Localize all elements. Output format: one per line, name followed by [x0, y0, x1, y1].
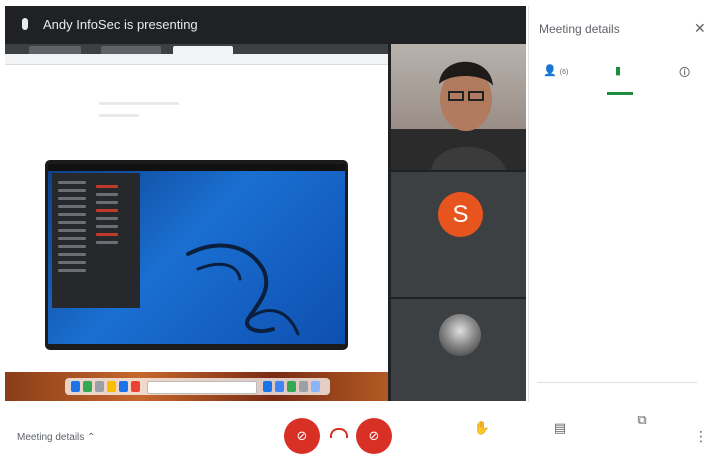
menu-row — [96, 225, 118, 228]
participant-tile-s[interactable]: S — [391, 172, 526, 297]
menu-row — [96, 209, 118, 212]
menu-row — [58, 213, 86, 216]
avatar: S — [438, 192, 483, 237]
menu-row — [58, 189, 86, 192]
participant-tile-z[interactable] — [391, 299, 526, 401]
menu-row — [58, 261, 86, 264]
panel-title: Meeting details — [539, 22, 620, 36]
kali-dragon-logo — [186, 243, 300, 336]
chevron-up-icon: ⌃ — [87, 432, 96, 443]
meeting-details-label: Meeting details — [17, 432, 85, 443]
present-icon: ⧉ — [637, 412, 647, 427]
shared-address-bar — [5, 54, 388, 65]
menu-row — [96, 241, 118, 244]
bottom-control-bar: Meeting details ⌃ ⊘ ⊘ ✋ ▤ ⧉ ⋮ — [0, 402, 708, 472]
menu-row — [58, 221, 86, 224]
finder-icon — [71, 381, 80, 392]
app-icon — [83, 381, 92, 392]
participant-tile-camera[interactable] — [391, 44, 526, 170]
menu-row — [58, 197, 86, 200]
camera-off-button[interactable]: ⊘ — [356, 418, 392, 454]
menu-row — [96, 201, 118, 204]
active-tab-indicator — [607, 92, 633, 95]
app-icon — [131, 381, 140, 392]
app-icon — [299, 381, 308, 392]
more-options-icon[interactable]: ⋮ — [694, 428, 708, 445]
kali-top-panel — [48, 164, 345, 171]
menu-row — [58, 205, 86, 208]
menu-row — [58, 269, 86, 272]
menu-row — [58, 245, 86, 248]
shared-text-line — [99, 102, 179, 105]
menu-row — [58, 229, 86, 232]
participant-video — [391, 61, 526, 170]
people-count: (6) — [559, 69, 569, 76]
shared-mac-taskbar — [5, 372, 388, 401]
menu-row — [58, 237, 86, 240]
tab-people[interactable]: 👤 (6) — [543, 64, 568, 77]
kali-desktop — [48, 164, 345, 344]
people-icon: 👤 — [543, 65, 557, 77]
meeting-details-panel: Meeting details ✕ 👤 (6) ▮ 🛈 — [528, 6, 708, 402]
app-icon — [119, 381, 128, 392]
raise-hand-button[interactable]: ✋ — [452, 420, 512, 439]
menu-row — [96, 233, 118, 236]
video-stage: Andy InfoSec is presenting S — [5, 6, 526, 401]
shared-dock — [65, 378, 330, 395]
present-button[interactable]: ⧉ — [612, 412, 672, 431]
app-icon — [275, 381, 284, 392]
app-icon — [311, 381, 320, 392]
app-icon — [263, 381, 272, 392]
end-call-icon[interactable] — [330, 428, 348, 438]
tab-info[interactable]: 🛈 — [679, 64, 690, 83]
shared-tab — [29, 46, 81, 54]
mic-off-icon: ⊘ — [296, 428, 308, 443]
shared-laptop-frame — [45, 160, 348, 350]
shared-text-line — [99, 114, 139, 117]
menu-row — [96, 185, 118, 188]
menu-row — [58, 181, 86, 184]
menu-row — [96, 193, 118, 196]
meeting-details-button[interactable]: Meeting details ⌃ — [17, 432, 95, 443]
captions-icon: ▤ — [553, 420, 567, 435]
chat-message-input[interactable] — [537, 364, 697, 383]
menu-row — [96, 217, 118, 220]
mic-icon — [22, 18, 28, 30]
mic-off-button[interactable]: ⊘ — [284, 418, 320, 454]
shared-tab-active — [173, 46, 233, 54]
shared-browser-tabbar — [5, 44, 388, 54]
presenting-text: Andy InfoSec is presenting — [43, 17, 198, 32]
presenting-banner: Andy InfoSec is presenting — [5, 6, 526, 44]
info-icon: 🛈 — [679, 67, 691, 79]
app-icon — [287, 381, 296, 392]
tab-chat[interactable]: ▮ — [615, 64, 621, 77]
captions-button[interactable]: ▤ — [530, 420, 590, 439]
menu-row — [58, 253, 86, 256]
shared-screen[interactable] — [5, 44, 388, 401]
kali-app-menu — [52, 173, 140, 308]
camera-off-icon: ⊘ — [368, 428, 380, 443]
shared-tab — [101, 46, 161, 54]
dock-text-field — [147, 381, 257, 394]
chat-icon: ▮ — [615, 65, 622, 77]
hand-icon: ✋ — [473, 420, 491, 435]
avatar — [439, 314, 481, 356]
app-icon — [107, 381, 116, 392]
close-icon[interactable]: ✕ — [694, 20, 706, 37]
app-icon — [95, 381, 104, 392]
